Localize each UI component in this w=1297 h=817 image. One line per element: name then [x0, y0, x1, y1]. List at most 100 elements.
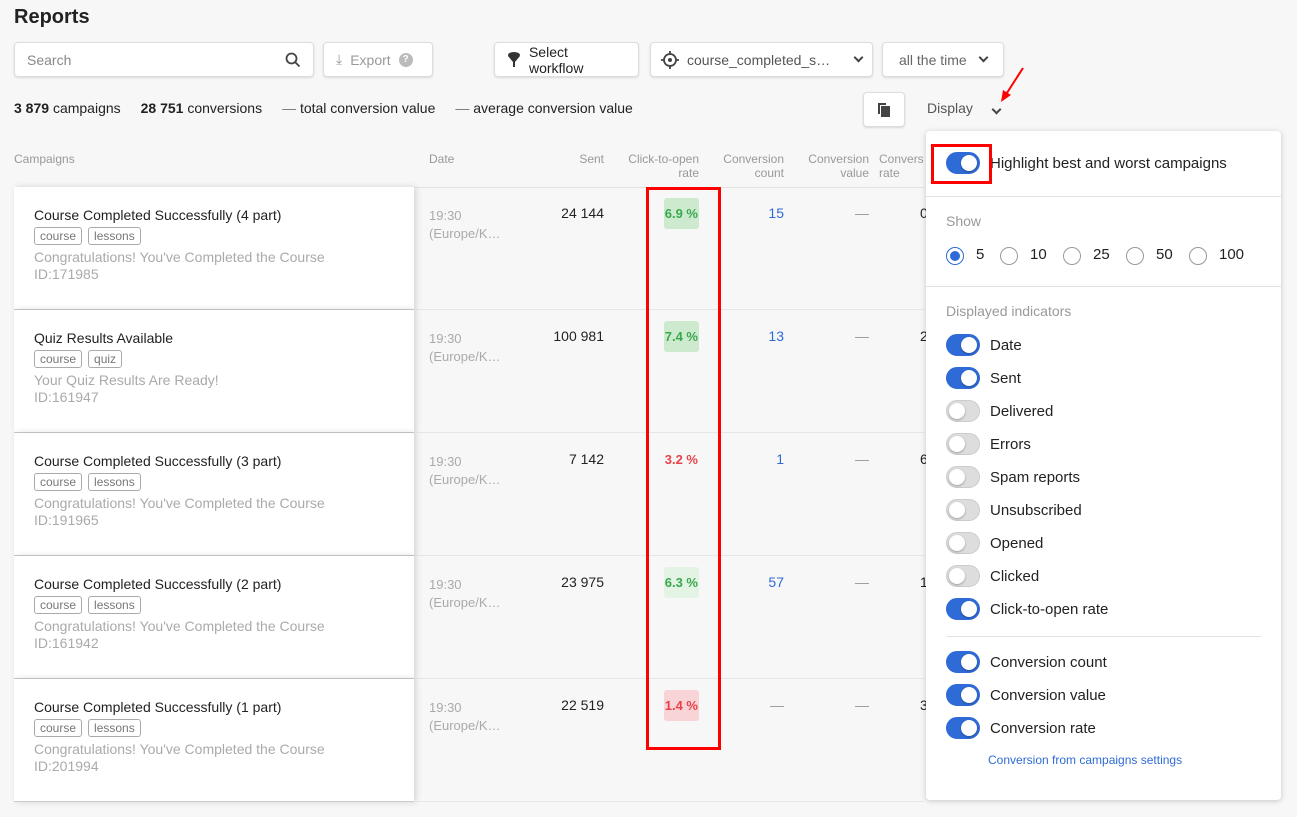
campaign-date: 19:30 (Europe/K…: [429, 208, 501, 241]
segment-value: course_completed_s…: [687, 51, 831, 68]
col-conv-value[interactable]: Conversion value: [800, 152, 869, 180]
show-option-radio[interactable]: [1189, 247, 1207, 265]
indicator-toggle[interactable]: [946, 433, 980, 455]
campaign-card[interactable]: Course Completed Successfully (2 part) c…: [14, 556, 414, 679]
campaign-name[interactable]: Course Completed Successfully (3 part): [34, 453, 394, 469]
conversion-count[interactable]: 15: [715, 205, 784, 221]
copy-button[interactable]: [863, 92, 905, 127]
search-icon: [285, 52, 301, 67]
conversion-settings-link[interactable]: Conversion from campaigns settings: [988, 753, 1182, 767]
campaign-tag: course: [34, 227, 83, 245]
campaign-subject: Your Quiz Results Are Ready!: [34, 372, 219, 388]
col-conv-rate[interactable]: Conversion rate: [879, 152, 924, 180]
show-option-label[interactable]: 10: [1030, 246, 1047, 263]
show-option-radio[interactable]: [946, 247, 964, 265]
indicator-label: Sent: [990, 370, 1021, 387]
campaign-tag: lessons: [88, 719, 141, 737]
conversions-summary: 28 751 conversions: [140, 100, 263, 116]
campaign-name[interactable]: Quiz Results Available: [34, 330, 394, 346]
campaign-name[interactable]: Course Completed Successfully (1 part): [34, 699, 394, 715]
summary-bar: 3 879 campaigns 28 751 conversions — tot…: [14, 100, 633, 116]
campaign-card[interactable]: Course Completed Successfully (4 part) c…: [14, 187, 414, 310]
help-icon[interactable]: ?: [398, 52, 413, 67]
annotation-box-ctor: [646, 187, 721, 750]
campaigns-summary: 3 879 campaigns: [14, 100, 121, 116]
conversion-value: —: [855, 205, 869, 221]
campaign-subject: Congratulations! You've Completed the Co…: [34, 741, 325, 757]
indicator-toggle[interactable]: [946, 532, 980, 554]
show-option-label[interactable]: 5: [976, 246, 984, 263]
campaign-name[interactable]: Course Completed Successfully (2 part): [34, 576, 394, 592]
period-value: all the time: [899, 51, 967, 68]
copy-icon: [878, 102, 890, 117]
campaign-subject: Congratulations! You've Completed the Co…: [34, 495, 325, 511]
sent-value: 7 142: [568, 451, 604, 467]
avg-value-summary: — average conversion value: [455, 100, 633, 116]
indicator-toggle[interactable]: [946, 367, 980, 389]
highlight-label: Highlight best and worst campaigns: [990, 155, 1227, 172]
display-dropdown[interactable]: Display: [927, 100, 1002, 116]
conversion-count[interactable]: 57: [715, 574, 784, 590]
indicator-label: Conversion rate: [990, 720, 1096, 737]
page-title: Reports: [14, 6, 90, 28]
campaign-id: ID:201994: [34, 758, 99, 774]
campaign-tag: course: [34, 596, 83, 614]
campaign-tag: course: [34, 350, 83, 368]
divider: [926, 196, 1281, 197]
sent-value: 24 144: [561, 205, 604, 221]
show-option-label[interactable]: 25: [1093, 246, 1110, 263]
annotation-box-toggle: [931, 144, 992, 184]
row-divider: [414, 801, 924, 802]
col-ctor[interactable]: Click-to-open rate: [620, 152, 699, 180]
conversion-count[interactable]: 13: [715, 328, 784, 344]
campaign-name[interactable]: Course Completed Successfully (4 part): [34, 207, 394, 223]
sent-value: 23 975: [561, 574, 604, 590]
show-option-radio[interactable]: [1063, 247, 1081, 265]
campaign-id: ID:161942: [34, 635, 99, 651]
col-conv-count[interactable]: Conversion count: [715, 152, 784, 180]
chevron-down-icon: [978, 52, 989, 63]
search-input[interactable]: Search: [14, 42, 314, 77]
campaign-date: 19:30 (Europe/K…: [429, 331, 501, 364]
campaign-card[interactable]: Quiz Results Available course quiz Your Q…: [14, 310, 414, 433]
show-option-label[interactable]: 100: [1219, 246, 1244, 263]
indicators-label: Displayed indicators: [946, 303, 1072, 319]
indicator-toggle[interactable]: [946, 400, 980, 422]
period-select[interactable]: all the time: [882, 42, 1004, 77]
indicator-toggle[interactable]: [946, 565, 980, 587]
display-panel: Highlight best and worst campaigns Show …: [926, 131, 1281, 800]
export-button[interactable]: ⤓ Export ?: [323, 42, 433, 77]
annotation-arrow: [1001, 67, 1024, 102]
conversion-count[interactable]: 1: [715, 451, 784, 467]
show-option-label[interactable]: 50: [1156, 246, 1173, 263]
segment-select[interactable]: course_completed_s…: [650, 42, 873, 77]
indicator-toggle[interactable]: [946, 466, 980, 488]
campaign-card[interactable]: Course Completed Successfully (1 part) c…: [14, 679, 414, 802]
show-option-radio[interactable]: [1126, 247, 1144, 265]
indicator-toggle[interactable]: [946, 499, 980, 521]
campaign-tag: course: [34, 719, 83, 737]
indicator-toggle[interactable]: [946, 334, 980, 356]
indicator-label: Delivered: [990, 403, 1054, 420]
indicator-toggle[interactable]: [946, 717, 980, 739]
conversion-value: —: [855, 574, 869, 590]
indicator-toggle[interactable]: [946, 651, 980, 673]
indicator-label: Click-to-open rate: [990, 601, 1109, 618]
campaign-card[interactable]: Course Completed Successfully (3 part) c…: [14, 433, 414, 556]
indicator-toggle[interactable]: [946, 598, 980, 620]
show-option-radio[interactable]: [1000, 247, 1018, 265]
col-campaigns[interactable]: Campaigns: [14, 152, 75, 166]
indicator-label: Date: [990, 337, 1022, 354]
campaign-tag: lessons: [88, 596, 141, 614]
conversion-value: —: [855, 451, 869, 467]
conversion-value: —: [855, 328, 869, 344]
select-workflow-button[interactable]: Select workflow: [494, 42, 639, 77]
indicator-toggle[interactable]: [946, 684, 980, 706]
display-label: Display: [927, 100, 973, 116]
sent-value: 100 981: [553, 328, 604, 344]
col-sent[interactable]: Sent: [540, 152, 604, 166]
search-placeholder: Search: [27, 51, 72, 68]
export-label: Export: [350, 51, 391, 68]
conversion-count: —: [770, 697, 784, 713]
col-date[interactable]: Date: [429, 152, 454, 166]
